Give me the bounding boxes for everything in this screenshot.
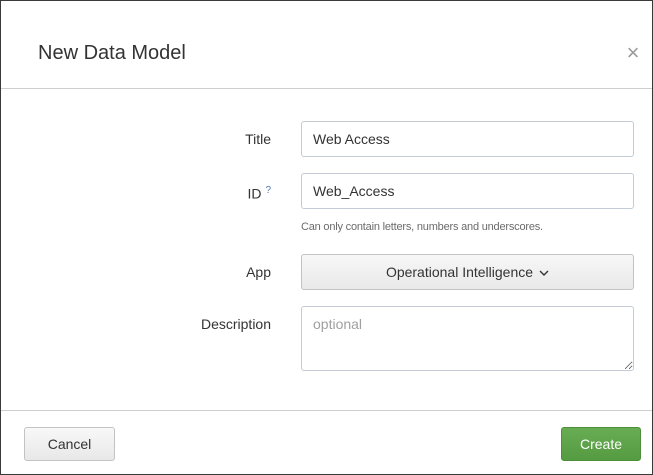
dialog-title: New Data Model xyxy=(38,42,186,64)
cancel-button[interactable]: Cancel xyxy=(24,427,115,461)
app-dropdown[interactable]: Operational Intelligence xyxy=(301,254,634,290)
chevron-down-icon xyxy=(539,270,549,277)
id-label: ID? xyxy=(247,182,271,203)
dialog-header: New Data Model × xyxy=(1,1,652,89)
help-icon[interactable]: ? xyxy=(265,185,271,196)
description-label: Description xyxy=(200,316,271,332)
id-help-text: Can only contain letters, numbers and un… xyxy=(301,221,543,233)
description-textarea[interactable] xyxy=(301,306,634,371)
app-label: App xyxy=(246,264,271,280)
id-label-text: ID xyxy=(247,185,262,202)
close-icon[interactable]: × xyxy=(623,41,643,65)
dialog-footer: Cancel Create xyxy=(1,410,652,474)
app-dropdown-value: Operational Intelligence xyxy=(385,264,534,280)
new-data-model-dialog: New Data Model × Title ID? Can only cont… xyxy=(0,0,653,475)
create-button[interactable]: Create xyxy=(561,427,641,461)
id-input[interactable] xyxy=(301,173,634,209)
title-label: Title xyxy=(245,131,271,147)
title-input[interactable] xyxy=(301,121,634,157)
